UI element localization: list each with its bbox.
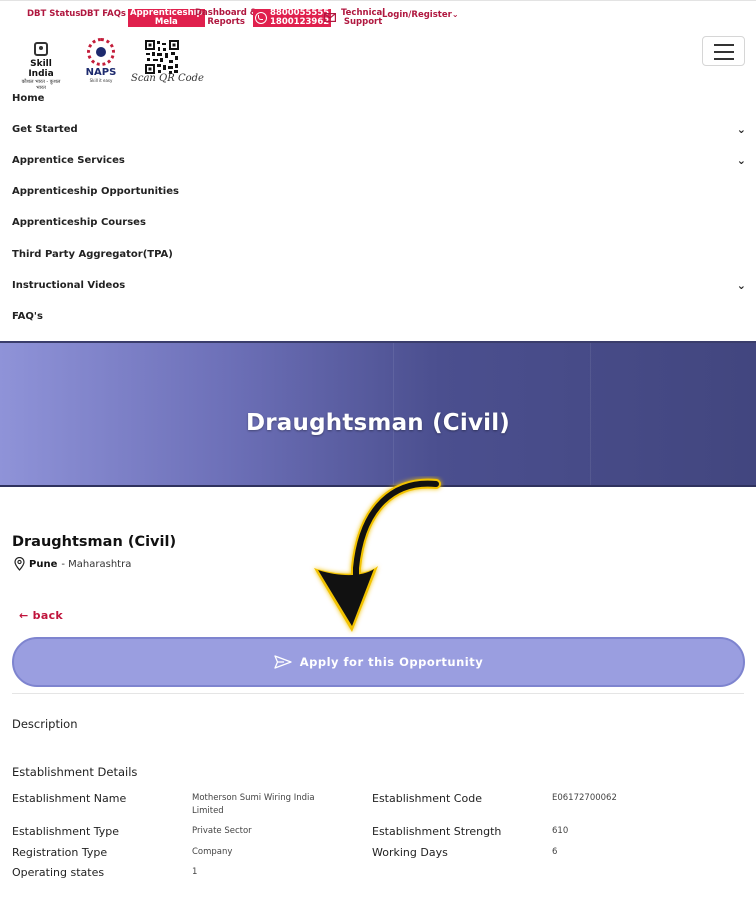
establishment-code-value: E06172700062	[552, 793, 617, 803]
nav-item-get-started[interactable]: Get Started ⌄	[12, 120, 752, 140]
section-divider	[12, 693, 744, 694]
dashboard-reports-link[interactable]: Dashboard & Reports	[195, 9, 257, 27]
chevron-down-icon[interactable]: ⌄	[737, 276, 746, 296]
nav-item-label: Apprentice Services	[12, 155, 125, 166]
chevron-down-icon: ⌄	[451, 10, 459, 19]
apply-opportunity-button[interactable]: Apply for this Opportunity	[12, 637, 745, 687]
qr-code-icon[interactable]	[144, 39, 180, 75]
chevron-down-icon[interactable]: ⌄	[737, 151, 746, 171]
annotation-arrow-icon	[314, 478, 441, 632]
nav-item-home[interactable]: Home	[12, 89, 752, 109]
phone-number-2: 1800123962	[270, 17, 330, 27]
registration-type-value: Company	[192, 847, 233, 857]
description-heading: Description	[12, 717, 78, 731]
establishment-type-value: Private Sector	[192, 826, 252, 836]
mail-icon[interactable]	[324, 13, 336, 22]
registration-type-label: Registration Type	[12, 846, 108, 859]
hamburger-menu-button[interactable]	[702, 36, 745, 66]
dbt-faqs-link[interactable]: DBT FAQs	[80, 10, 126, 19]
establishment-strength-label: Establishment Strength	[372, 825, 502, 838]
paper-plane-icon	[274, 655, 292, 669]
nav-item-faqs[interactable]: FAQ's	[12, 307, 752, 327]
back-link[interactable]: ← back	[19, 609, 63, 622]
location-state: - Maharashtra	[61, 558, 132, 570]
back-label: back	[32, 609, 64, 622]
establishment-name-label: Establishment Name	[12, 792, 127, 805]
establishment-type-label: Establishment Type	[12, 825, 120, 838]
skill-india-logo[interactable]: Skill India कौशल भारत - कुशल भारत	[16, 42, 66, 91]
establishment-code-label: Establishment Code	[372, 792, 482, 805]
banner-title: Draughtsman (Civil)	[245, 410, 511, 436]
naps-text: NAPS	[85, 67, 117, 78]
login-register-label: Login/Register	[382, 10, 452, 20]
establishment-name-value: Motherson Sumi Wiring India Limited	[192, 792, 315, 818]
working-days-label: Working Days	[372, 846, 448, 859]
naps-tagline: Skill it easy	[89, 78, 113, 83]
top-utility-bar: DBT Status DBT FAQs Apprenticeship Mela …	[0, 0, 756, 34]
nav-item-tpa[interactable]: Third Party Aggregator(TPA)	[12, 245, 752, 265]
location-city: Pune	[29, 558, 58, 570]
nav-item-label: Instructional Videos	[12, 280, 126, 291]
nav-item-instructional-videos[interactable]: Instructional Videos ⌄	[12, 276, 752, 296]
qr-code-label: Scan QR Code	[131, 73, 204, 84]
page-banner: Draughtsman (Civil)	[0, 341, 756, 487]
skill-india-text: Skill India	[28, 59, 54, 79]
dbt-status-link[interactable]: DBT Status	[27, 10, 80, 19]
technical-support-link[interactable]: Technical Support	[341, 9, 385, 27]
nav-item-label: FAQ's	[12, 311, 43, 322]
apprenticeship-mela-link[interactable]: Apprenticeship Mela	[128, 9, 205, 27]
dashboard-line2: Reports	[207, 17, 245, 27]
establishment-name-line2: Limited	[192, 806, 224, 816]
apply-button-label: Apply for this Opportunity	[299, 655, 484, 669]
nav-item-apprenticeship-courses[interactable]: Apprenticeship Courses	[12, 213, 752, 233]
nav-item-label: Apprenticeship Courses	[12, 217, 146, 228]
nav-item-label: Third Party Aggregator(TPA)	[12, 249, 173, 260]
job-title: Draughtsman (Civil)	[12, 534, 177, 550]
phone-icon	[255, 12, 267, 24]
nav-item-apprentice-services[interactable]: Apprentice Services ⌄	[12, 151, 752, 171]
nav-item-label: Apprenticeship Opportunities	[12, 186, 179, 197]
establishment-details-heading: Establishment Details	[12, 765, 138, 779]
naps-logo[interactable]: NAPS Skill it easy	[82, 38, 120, 84]
helpline-numbers[interactable]: 8800055555 1800123962	[253, 9, 332, 27]
nav-item-label: Home	[12, 93, 45, 104]
establishment-strength-value: 610	[552, 826, 569, 836]
hamburger-line	[714, 58, 734, 60]
hamburger-line	[714, 44, 734, 46]
chevron-down-icon[interactable]: ⌄	[737, 120, 746, 140]
skill-india-mark-icon	[34, 42, 48, 56]
operating-states-value: 1	[192, 867, 198, 877]
nav-item-label: Get Started	[12, 124, 78, 135]
arrow-left-icon: ←	[19, 609, 29, 622]
tech-support-line2: Support	[343, 17, 383, 27]
hamburger-line	[714, 51, 734, 53]
apprenticeship-mela-line2: Mela	[154, 17, 178, 27]
login-register-link[interactable]: Login/Register⌄	[382, 10, 459, 20]
job-location: Pune - Maharashtra	[14, 557, 131, 571]
establishment-name-line1: Motherson Sumi Wiring India	[192, 793, 315, 803]
working-days-value: 6	[552, 847, 558, 857]
naps-emblem-icon	[87, 38, 115, 66]
nav-item-apprenticeship-opportunities[interactable]: Apprenticeship Opportunities	[12, 182, 752, 202]
map-pin-icon	[14, 557, 25, 571]
operating-states-label: Operating states	[12, 866, 105, 879]
